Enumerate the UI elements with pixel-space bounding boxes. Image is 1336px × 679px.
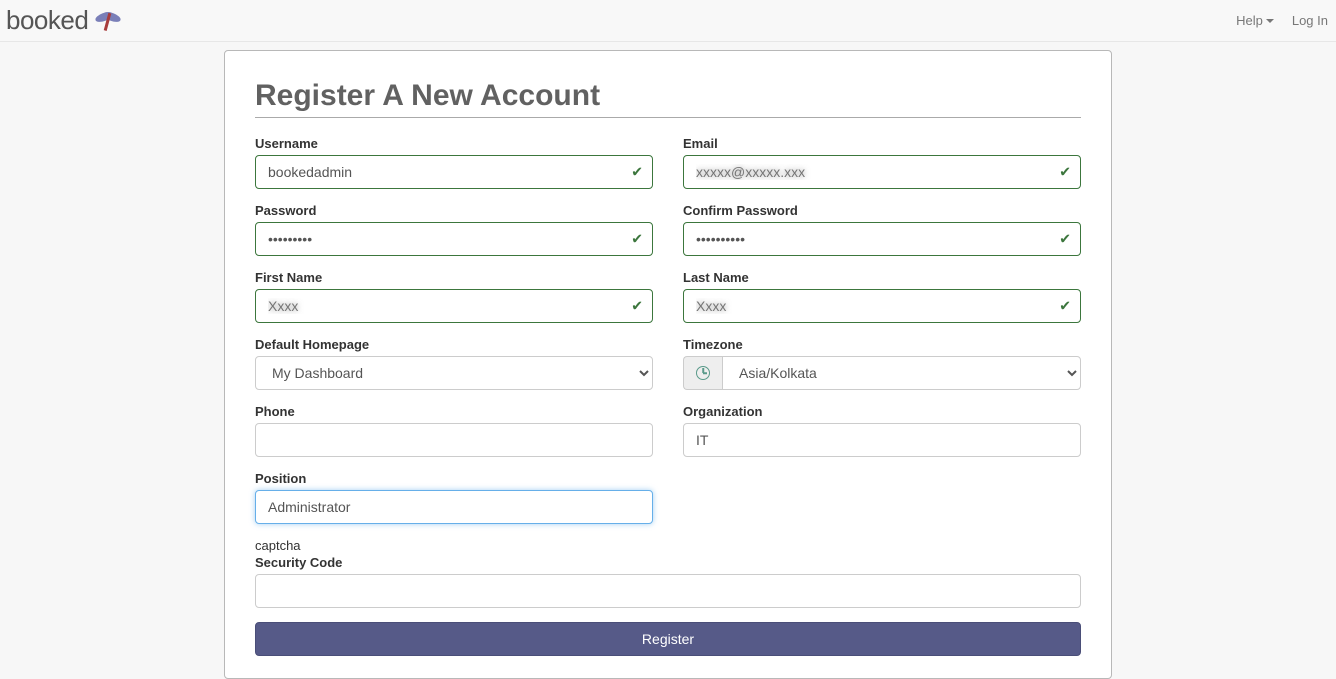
login-link[interactable]: Log In	[1292, 13, 1328, 28]
security-code-label: Security Code	[255, 555, 1081, 570]
phone-label: Phone	[255, 404, 653, 419]
last-name-label: Last Name	[683, 270, 1081, 285]
homepage-select[interactable]: My Dashboard	[255, 356, 653, 390]
phone-input[interactable]	[255, 423, 653, 457]
brand-text: booked	[6, 5, 88, 36]
first-name-label: First Name	[255, 270, 653, 285]
brand[interactable]: booked	[6, 5, 124, 36]
register-form-container: Register A New Account Username ✔ Email …	[224, 50, 1112, 679]
captcha-placeholder: captcha	[255, 538, 1081, 553]
password-input[interactable]	[255, 222, 653, 256]
confirm-password-input[interactable]	[683, 222, 1081, 256]
password-label: Password	[255, 203, 653, 218]
dragonfly-icon	[92, 7, 124, 35]
username-input[interactable]	[255, 155, 653, 189]
nav-right: Help Log In	[1236, 13, 1328, 28]
security-code-input[interactable]	[255, 574, 1081, 608]
timezone-detect-button[interactable]	[683, 356, 722, 390]
timezone-label: Timezone	[683, 337, 1081, 352]
position-label: Position	[255, 471, 653, 486]
last-name-input[interactable]	[683, 289, 1081, 323]
email-input[interactable]	[683, 155, 1081, 189]
username-label: Username	[255, 136, 653, 151]
organization-input[interactable]	[683, 423, 1081, 457]
clock-icon	[696, 366, 710, 380]
navbar: booked Help Log In	[0, 0, 1336, 42]
position-input[interactable]	[255, 490, 653, 524]
help-menu-label: Help	[1236, 13, 1263, 28]
organization-label: Organization	[683, 404, 1081, 419]
confirm-password-label: Confirm Password	[683, 203, 1081, 218]
help-menu[interactable]: Help	[1236, 13, 1274, 28]
caret-down-icon	[1266, 19, 1274, 23]
homepage-label: Default Homepage	[255, 337, 653, 352]
timezone-select[interactable]: Asia/Kolkata	[722, 356, 1081, 390]
page-title: Register A New Account	[255, 79, 1081, 118]
email-label: Email	[683, 136, 1081, 151]
register-button[interactable]: Register	[255, 622, 1081, 656]
login-link-label: Log In	[1292, 13, 1328, 28]
first-name-input[interactable]	[255, 289, 653, 323]
